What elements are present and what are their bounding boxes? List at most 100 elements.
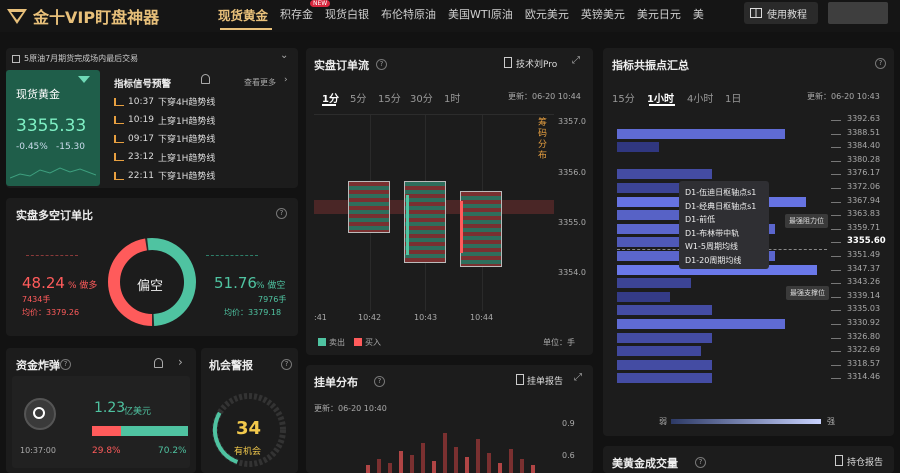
- resonance-bar[interactable]: [617, 346, 701, 357]
- gold-change-pct: -0.45%: [16, 142, 48, 152]
- notice-icon: [12, 55, 20, 63]
- tooltip-line: D1-20周期均线: [685, 255, 742, 265]
- avatar[interactable]: [828, 2, 888, 24]
- resonance-bar[interactable]: [617, 142, 659, 153]
- orderflow-xtick: 10:42: [358, 313, 382, 322]
- resonance-bar[interactable]: [617, 319, 785, 329]
- orderflow-xtick: :41: [314, 313, 327, 322]
- bomb-time: 10:37:00: [20, 446, 56, 455]
- resonance-bar[interactable]: [617, 305, 712, 316]
- nav-item-spot-silver[interactable]: 现货白银: [325, 6, 369, 22]
- help-icon[interactable]: ?: [276, 208, 287, 219]
- footprint-candle: [404, 181, 446, 263]
- orderflow-ytick: 3355.0: [558, 218, 586, 227]
- resonance-tick: [831, 120, 841, 121]
- candle-body: [460, 201, 463, 253]
- chevron-right-icon[interactable]: ›: [284, 75, 288, 85]
- gold-name: 现货黄金: [16, 88, 60, 101]
- depth-title: 挂单分布: [314, 376, 358, 389]
- resonance-tick: [831, 378, 841, 380]
- bell-icon[interactable]: [154, 358, 163, 368]
- chevron-right-icon[interactable]: ›: [178, 355, 183, 369]
- candle-body: [406, 195, 409, 255]
- signal-item[interactable]: 22:11 下穿1H趋势线: [114, 169, 215, 182]
- signal-time: 10:19: [128, 115, 154, 125]
- orderflow-tool[interactable]: 技术刘Pro: [516, 57, 557, 70]
- longshort-title: 实盘多空订单比: [16, 209, 93, 222]
- signal-time: 23:12: [128, 152, 154, 162]
- tab-15min[interactable]: 15分: [612, 90, 635, 105]
- bomb-sell-fill: [92, 426, 121, 436]
- resonance-bar[interactable]: [617, 373, 712, 384]
- resonance-level: 3384.40: [847, 141, 881, 151]
- tab-1hour[interactable]: 1小时: [647, 90, 674, 105]
- depth-bar: [465, 457, 469, 473]
- symbol-nav: 现货黄金 积存金 现货白银 布伦特原油 美国WTI原油 欧元美元 英镑美元 美元…: [218, 0, 704, 28]
- footprint-candle: [460, 191, 502, 267]
- resonance-bar[interactable]: [617, 169, 712, 180]
- orderflow-unit: 单位：手: [543, 338, 575, 347]
- resonance-bar[interactable]: [617, 278, 691, 289]
- depth-report-link[interactable]: 挂单报告: [527, 374, 563, 387]
- tab-1h[interactable]: 1时: [444, 90, 460, 105]
- tab-1min[interactable]: 1分: [322, 90, 339, 105]
- nav-item-eurusd[interactable]: 欧元美元: [525, 6, 569, 22]
- help-icon[interactable]: ?: [875, 58, 886, 69]
- tutorial-button[interactable]: 使用教程: [744, 2, 818, 24]
- expand-icon[interactable]: ⤢: [574, 372, 582, 383]
- depth-updated: 更新：06-20 10:40: [314, 404, 387, 413]
- chip-distribution-tab[interactable]: 筹码分布: [538, 118, 550, 162]
- nav-item-wti[interactable]: 美国WTI原油: [448, 6, 513, 22]
- book-icon: [750, 8, 762, 18]
- nav-item-usdjpy[interactable]: 美元日元: [637, 6, 681, 22]
- app-logo[interactable]: 金十VIP盯盘神器: [6, 5, 159, 27]
- tab-1day[interactable]: 1日: [725, 90, 741, 105]
- resonance-tick: [831, 364, 841, 366]
- nav-item-gold-deposit[interactable]: 积存金: [280, 6, 313, 22]
- signals-more-link[interactable]: 查看更多: [244, 77, 276, 88]
- help-icon[interactable]: ?: [695, 457, 706, 468]
- tab-4hour[interactable]: 4小时: [687, 90, 713, 105]
- resonance-bar[interactable]: [617, 291, 670, 302]
- help-icon[interactable]: ?: [60, 359, 71, 370]
- expand-icon[interactable]: ⤢: [572, 55, 580, 66]
- depth-bar: [443, 433, 447, 473]
- bell-icon[interactable]: [201, 74, 210, 84]
- orderflow-ytick: 3356.0: [558, 168, 586, 177]
- tab-5min[interactable]: 5分: [350, 90, 366, 105]
- orderflow-chart: [314, 114, 554, 311]
- nav-item-gbpusd[interactable]: 英镑美元: [581, 6, 625, 22]
- signal-item[interactable]: 10:19 上穿1H趋势线: [114, 114, 215, 127]
- chevron-down-icon[interactable]: ⌄: [280, 50, 288, 61]
- help-icon[interactable]: ?: [374, 376, 385, 387]
- signal-item[interactable]: 09:17 下穿1H趋势线: [114, 132, 215, 145]
- nav-item-more[interactable]: 美: [693, 6, 704, 22]
- signal-icon: [114, 171, 124, 180]
- resonance-level: 3343.26: [847, 277, 881, 287]
- resonance-tooltip: D1-伍迪日枢轴点s1 D1-经典日枢轴点s1 D1-前低 D1-布林带中轨 W…: [679, 181, 769, 269]
- legend-buy-swatch: [354, 338, 362, 346]
- nav-item-spot-gold[interactable]: 现货黄金: [218, 5, 268, 24]
- gold-price-card[interactable]: 现货黄金 3355.33 -0.45% -15.30: [6, 70, 100, 186]
- signal-text: 下穿1H趋势线: [157, 172, 216, 182]
- resonance-bar[interactable]: [617, 332, 712, 343]
- nav-item-brent[interactable]: 布伦特原油: [381, 6, 436, 22]
- help-icon[interactable]: ?: [376, 59, 387, 70]
- triangle-down-icon: [78, 76, 90, 83]
- resonance-bar[interactable]: [617, 359, 712, 370]
- resonance-tick: [831, 228, 841, 230]
- signal-item[interactable]: 10:37 下穿4H趋势线: [114, 95, 215, 108]
- resonance-tick: [831, 310, 841, 312]
- position-report-link[interactable]: 持仓报告: [847, 455, 883, 468]
- tab-30min[interactable]: 30分: [410, 90, 433, 105]
- help-icon[interactable]: ?: [281, 359, 292, 370]
- signal-text: 上穿1H趋势线: [157, 116, 216, 127]
- orderflow-xtick: 10:43: [414, 313, 438, 322]
- notice-text[interactable]: 5原油7月期货完成场内最后交易: [24, 53, 138, 64]
- depth-bar: [498, 463, 502, 473]
- signal-item[interactable]: 23:12 上穿1H趋势线: [114, 151, 215, 164]
- tab-15min[interactable]: 15分: [378, 90, 401, 105]
- resonance-level: 3380.28: [847, 154, 881, 164]
- resonance-bar[interactable]: [617, 128, 785, 139]
- doc-icon: [516, 374, 524, 385]
